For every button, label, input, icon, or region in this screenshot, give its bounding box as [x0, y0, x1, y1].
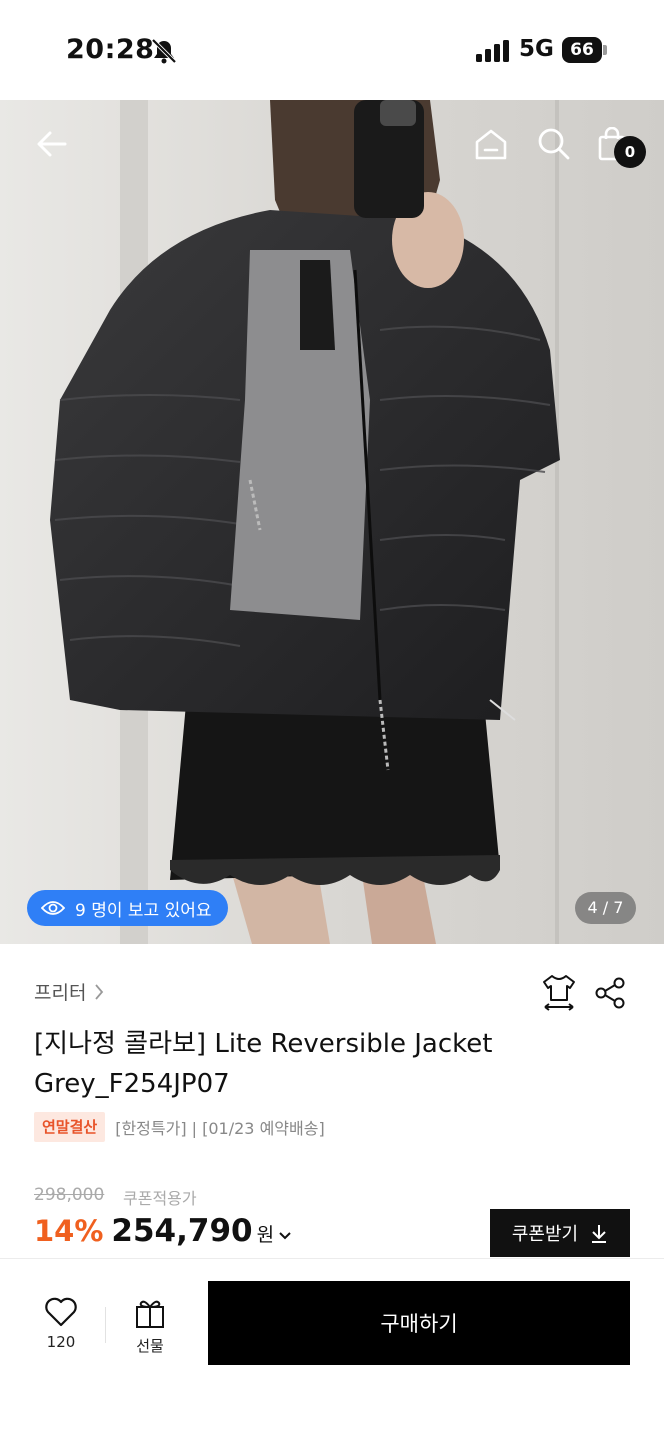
- viewers-text: 9 명이 보고 있어요: [75, 900, 212, 921]
- battery-icon: 66: [562, 37, 607, 63]
- image-page-counter: 4 / 7: [575, 892, 636, 924]
- discount-rate: 14%: [34, 1214, 104, 1248]
- battery-level: 66: [562, 37, 602, 63]
- product-photo: [0, 100, 664, 944]
- brand-name: 프리터: [34, 982, 87, 1004]
- bell-off-icon: [151, 38, 177, 64]
- back-button[interactable]: [28, 120, 76, 168]
- coupon-price-label: 쿠폰적용가: [123, 1189, 197, 1208]
- search-button[interactable]: [530, 120, 578, 168]
- tag-text: [한정특가] | [01/23 예약배송]: [115, 1119, 325, 1138]
- product-tags: 연말결산 [한정특가] | [01/23 예약배송]: [34, 1112, 325, 1142]
- product-title-line1: [지나정 콜라보] Lite Reversible Jacket: [34, 1029, 493, 1059]
- signal-icon: [476, 40, 509, 62]
- home-button[interactable]: [467, 120, 515, 168]
- back-arrow-icon: [37, 131, 67, 157]
- buy-button-label: 구매하기: [380, 1312, 458, 1336]
- buy-button[interactable]: 구매하기: [208, 1281, 630, 1365]
- share-icon[interactable]: [594, 976, 626, 1010]
- brand-link[interactable]: 프리터: [34, 978, 104, 1005]
- get-coupon-button[interactable]: 쿠폰받기: [490, 1209, 630, 1257]
- like-count: 120: [46, 1333, 76, 1351]
- sale-price: 254,790: [111, 1213, 253, 1249]
- product-title: [지나정 콜라보] Lite Reversible Jacket Grey_F2…: [34, 1024, 634, 1104]
- like-button[interactable]: 120: [40, 1297, 82, 1351]
- search-icon: [538, 128, 570, 160]
- status-bar: 20:28 5G 66: [0, 0, 664, 100]
- gift-button[interactable]: 선물: [128, 1297, 172, 1356]
- size-fit-icon[interactable]: [540, 972, 578, 1012]
- currency-label: 원: [256, 1224, 275, 1246]
- divider: [105, 1307, 106, 1343]
- promo-tag: 연말결산: [34, 1112, 106, 1142]
- cart-count-badge: 0: [614, 136, 646, 168]
- product-title-line2: Grey_F254JP07: [34, 1069, 230, 1099]
- price-row[interactable]: 14% 254,790 원: [34, 1213, 292, 1249]
- chevron-down-icon: [279, 1232, 291, 1240]
- heart-icon: [45, 1297, 77, 1327]
- chevron-right-icon: [95, 983, 104, 1000]
- network-label: 5G: [519, 36, 554, 62]
- coupon-button-label: 쿠폰받기: [511, 1224, 579, 1245]
- gift-label: 선물: [136, 1337, 164, 1355]
- product-image-carousel[interactable]: 0 9 명이 보고 있어요 4 / 7: [0, 100, 664, 944]
- home-icon: [475, 129, 507, 160]
- gift-icon: [136, 1300, 164, 1328]
- status-time: 20:28: [66, 34, 155, 65]
- original-price: 298,000: [34, 1185, 105, 1205]
- bottom-action-bar: 120 선물 구매하기: [0, 1258, 664, 1440]
- eye-icon: [41, 901, 65, 915]
- download-icon: [592, 1225, 607, 1243]
- viewers-badge: 9 명이 보고 있어요: [27, 890, 228, 926]
